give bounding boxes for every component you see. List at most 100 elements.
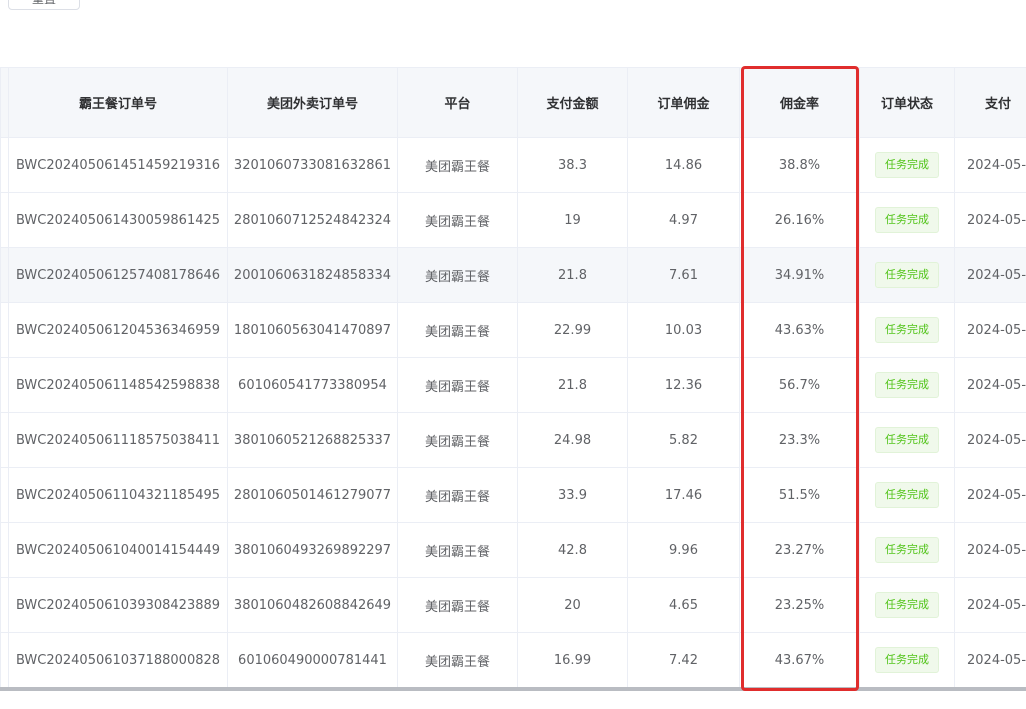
table-row[interactable]: BWC202405061430059861425 2801060712524842… [0,192,1026,248]
horizontal-scrollbar[interactable] [0,687,1026,691]
cell-bwc-order-id: BWC202405061451459219316 [8,137,228,193]
cell-amount: 19 [517,192,628,248]
cell-pay-time: 2024-05- [954,522,1026,578]
table-row[interactable]: BWC202405061451459219316 3201060733081632… [0,137,1026,193]
cell-status: 任务完成 [859,137,955,193]
cell-amount: 22.99 [517,302,628,358]
cell-commission-rate: 43.63% [739,302,860,358]
cell-status: 任务完成 [859,247,955,303]
cell-select [0,357,9,413]
table-row[interactable]: BWC202405061040014154449 3801060493269892… [0,522,1026,578]
cell-amount: 24.98 [517,412,628,468]
status-badge: 任务完成 [875,372,939,398]
status-badge: 任务完成 [875,152,939,178]
cell-commission-rate: 38.8% [739,137,860,193]
cell-bwc-order-id: BWC202405061040014154449 [8,522,228,578]
cell-meituan-order-id: 601060490000781441 [227,632,398,688]
cell-status: 任务完成 [859,357,955,413]
cell-platform: 美团霸王餐 [397,192,518,248]
cell-commission-rate: 51.5% [739,467,860,523]
cell-bwc-order-id: BWC202405061204536346959 [8,302,228,358]
cell-status: 任务完成 [859,467,955,523]
cell-select [0,247,9,303]
cell-commission-rate: 34.91% [739,247,860,303]
cell-status: 任务完成 [859,302,955,358]
cell-pay-time: 2024-05- [954,247,1026,303]
cell-select [0,302,9,358]
cell-commission: 7.61 [627,247,740,303]
cell-pay-time: 2024-05- [954,467,1026,523]
cell-pay-time: 2024-05- [954,412,1026,468]
col-header-commission-rate[interactable]: 佣金率 [739,67,860,138]
col-header-amount[interactable]: 支付金额 [517,67,628,138]
cell-meituan-order-id: 3801060521268825337 [227,412,398,468]
cell-amount: 20 [517,577,628,633]
cell-pay-time: 2024-05- [954,357,1026,413]
table-header-row: 霸王餐订单号 美团外卖订单号 平台 支付金额 订单佣金 佣金率 订单状态 支付 [0,67,1026,138]
table-row[interactable]: BWC202405061148542598838 6010605417733809… [0,357,1026,413]
cell-select [0,632,9,688]
col-header-status[interactable]: 订单状态 [859,67,955,138]
cell-commission-rate: 23.3% [739,412,860,468]
cell-platform: 美团霸王餐 [397,247,518,303]
col-header-pay-time[interactable]: 支付 [954,67,1026,138]
cell-commission-rate: 23.25% [739,577,860,633]
cell-amount: 33.9 [517,467,628,523]
cell-status: 任务完成 [859,632,955,688]
table-row[interactable]: BWC202405061204536346959 1801060563041470… [0,302,1026,358]
cell-platform: 美团霸王餐 [397,522,518,578]
col-header-bwc-order-id[interactable]: 霸王餐订单号 [8,67,228,138]
cell-meituan-order-id: 3201060733081632861 [227,137,398,193]
col-header-commission[interactable]: 订单佣金 [627,67,740,138]
table-row[interactable]: BWC202405061104321185495 2801060501461279… [0,467,1026,523]
cell-bwc-order-id: BWC202405061148542598838 [8,357,228,413]
cell-platform: 美团霸王餐 [397,412,518,468]
cell-select [0,137,9,193]
cell-commission: 10.03 [627,302,740,358]
status-badge: 任务完成 [875,592,939,618]
cell-amount: 42.8 [517,522,628,578]
cell-select [0,467,9,523]
cell-select [0,522,9,578]
cell-select [0,412,9,468]
cell-status: 任务完成 [859,577,955,633]
cell-bwc-order-id: BWC202405061037188000828 [8,632,228,688]
cell-commission: 5.82 [627,412,740,468]
reset-button[interactable]: 重置 [8,0,80,10]
status-badge: 任务完成 [875,647,939,673]
cell-pay-time: 2024-05- [954,302,1026,358]
cell-amount: 21.8 [517,357,628,413]
status-badge: 任务完成 [875,427,939,453]
cell-status: 任务完成 [859,192,955,248]
status-badge: 任务完成 [875,482,939,508]
cell-platform: 美团霸王餐 [397,137,518,193]
table-row[interactable]: BWC202405061037188000828 6010604900007814… [0,632,1026,688]
cell-commission-rate: 23.27% [739,522,860,578]
cell-status: 任务完成 [859,522,955,578]
orders-table: 霸王餐订单号 美团外卖订单号 平台 支付金额 订单佣金 佣金率 订单状态 支付 … [0,67,1026,689]
cell-pay-time: 2024-05- [954,632,1026,688]
status-badge: 任务完成 [875,317,939,343]
cell-meituan-order-id: 601060541773380954 [227,357,398,413]
table-row[interactable]: BWC202405061257408178646 2001060631824858… [0,247,1026,303]
cell-commission: 4.65 [627,577,740,633]
cell-commission-rate: 56.7% [739,357,860,413]
col-header-select [0,67,9,138]
cell-commission-rate: 26.16% [739,192,860,248]
table-row[interactable]: BWC202405061118575038411 3801060521268825… [0,412,1026,468]
col-header-platform[interactable]: 平台 [397,67,518,138]
cell-select [0,192,9,248]
cell-platform: 美团霸王餐 [397,357,518,413]
status-badge: 任务完成 [875,537,939,563]
cell-commission: 7.42 [627,632,740,688]
cell-pay-time: 2024-05- [954,577,1026,633]
cell-meituan-order-id: 2801060712524842324 [227,192,398,248]
cell-bwc-order-id: BWC202405061257408178646 [8,247,228,303]
cell-platform: 美团霸王餐 [397,577,518,633]
cell-platform: 美团霸王餐 [397,632,518,688]
cell-pay-time: 2024-05- [954,192,1026,248]
col-header-meituan-order-id[interactable]: 美团外卖订单号 [227,67,398,138]
table-row[interactable]: BWC202405061039308423889 3801060482608842… [0,577,1026,633]
cell-platform: 美团霸王餐 [397,467,518,523]
cell-amount: 16.99 [517,632,628,688]
